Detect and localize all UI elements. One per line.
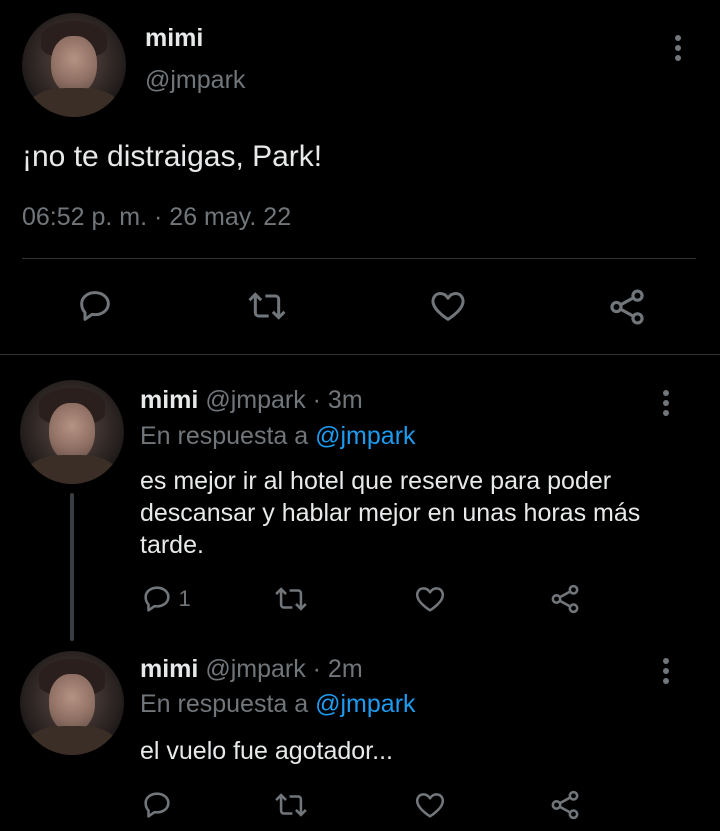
share-icon[interactable] (548, 788, 582, 822)
main-tweet: mimi @jmpark ¡no te distraigas, Park! 06… (0, 0, 720, 355)
handle-time[interactable]: @jmpark · 2m (205, 655, 362, 683)
heart-icon[interactable] (427, 286, 469, 326)
action-bar (0, 282, 720, 332)
avatar[interactable] (20, 651, 124, 755)
tweet-text: es mejor ir al hotel que reserve para po… (140, 467, 641, 559)
avatar[interactable] (20, 380, 124, 484)
more-vertical-icon[interactable] (658, 655, 674, 687)
display-name[interactable]: mimi (140, 655, 198, 683)
tweet-text: ¡no te distraigas, Park! (22, 140, 323, 173)
more-vertical-icon[interactable] (658, 387, 674, 419)
reply-prefix: En respuesta a (140, 422, 309, 450)
display-name[interactable]: mimi (145, 24, 203, 53)
retweet-icon[interactable] (272, 582, 310, 616)
timestamp[interactable]: 06:52 p. m. · 26 may. 22 (22, 203, 291, 232)
reply-tweet[interactable]: mimi @jmpark · 3m En respuesta a @jmpark… (0, 355, 720, 645)
heart-icon[interactable] (413, 788, 447, 822)
heart-icon[interactable] (413, 582, 447, 616)
divider (22, 258, 696, 259)
reply-count: 1 (178, 586, 191, 611)
share-icon[interactable] (548, 582, 582, 616)
reply-icon[interactable]: 1 (140, 582, 200, 616)
reply-context: En respuesta a @jmpark (140, 690, 416, 719)
display-name[interactable]: mimi (140, 386, 198, 414)
avatar[interactable] (22, 13, 126, 117)
reply-icon[interactable] (75, 286, 115, 326)
handle[interactable]: @jmpark (145, 66, 245, 95)
tweet-header: mimi @jmpark · 2m (140, 655, 363, 684)
reply-tweet[interactable]: mimi @jmpark · 2m En respuesta a @jmpark… (0, 645, 720, 831)
tweet-text: el vuelo fue agotador... (140, 737, 393, 765)
reply-prefix: En respuesta a (140, 690, 309, 718)
reply-to-link[interactable]: @jmpark (315, 422, 415, 450)
reply-context: En respuesta a @jmpark (140, 422, 416, 451)
handle-time[interactable]: @jmpark · 3m (205, 386, 362, 414)
share-icon[interactable] (606, 286, 648, 328)
thread-line (70, 493, 74, 641)
tweet-header: mimi @jmpark · 3m (140, 386, 363, 415)
reply-to-link[interactable]: @jmpark (315, 690, 415, 718)
retweet-icon[interactable] (245, 286, 289, 326)
retweet-icon[interactable] (272, 788, 310, 822)
more-vertical-icon[interactable] (670, 32, 686, 64)
reply-icon[interactable] (140, 788, 174, 822)
